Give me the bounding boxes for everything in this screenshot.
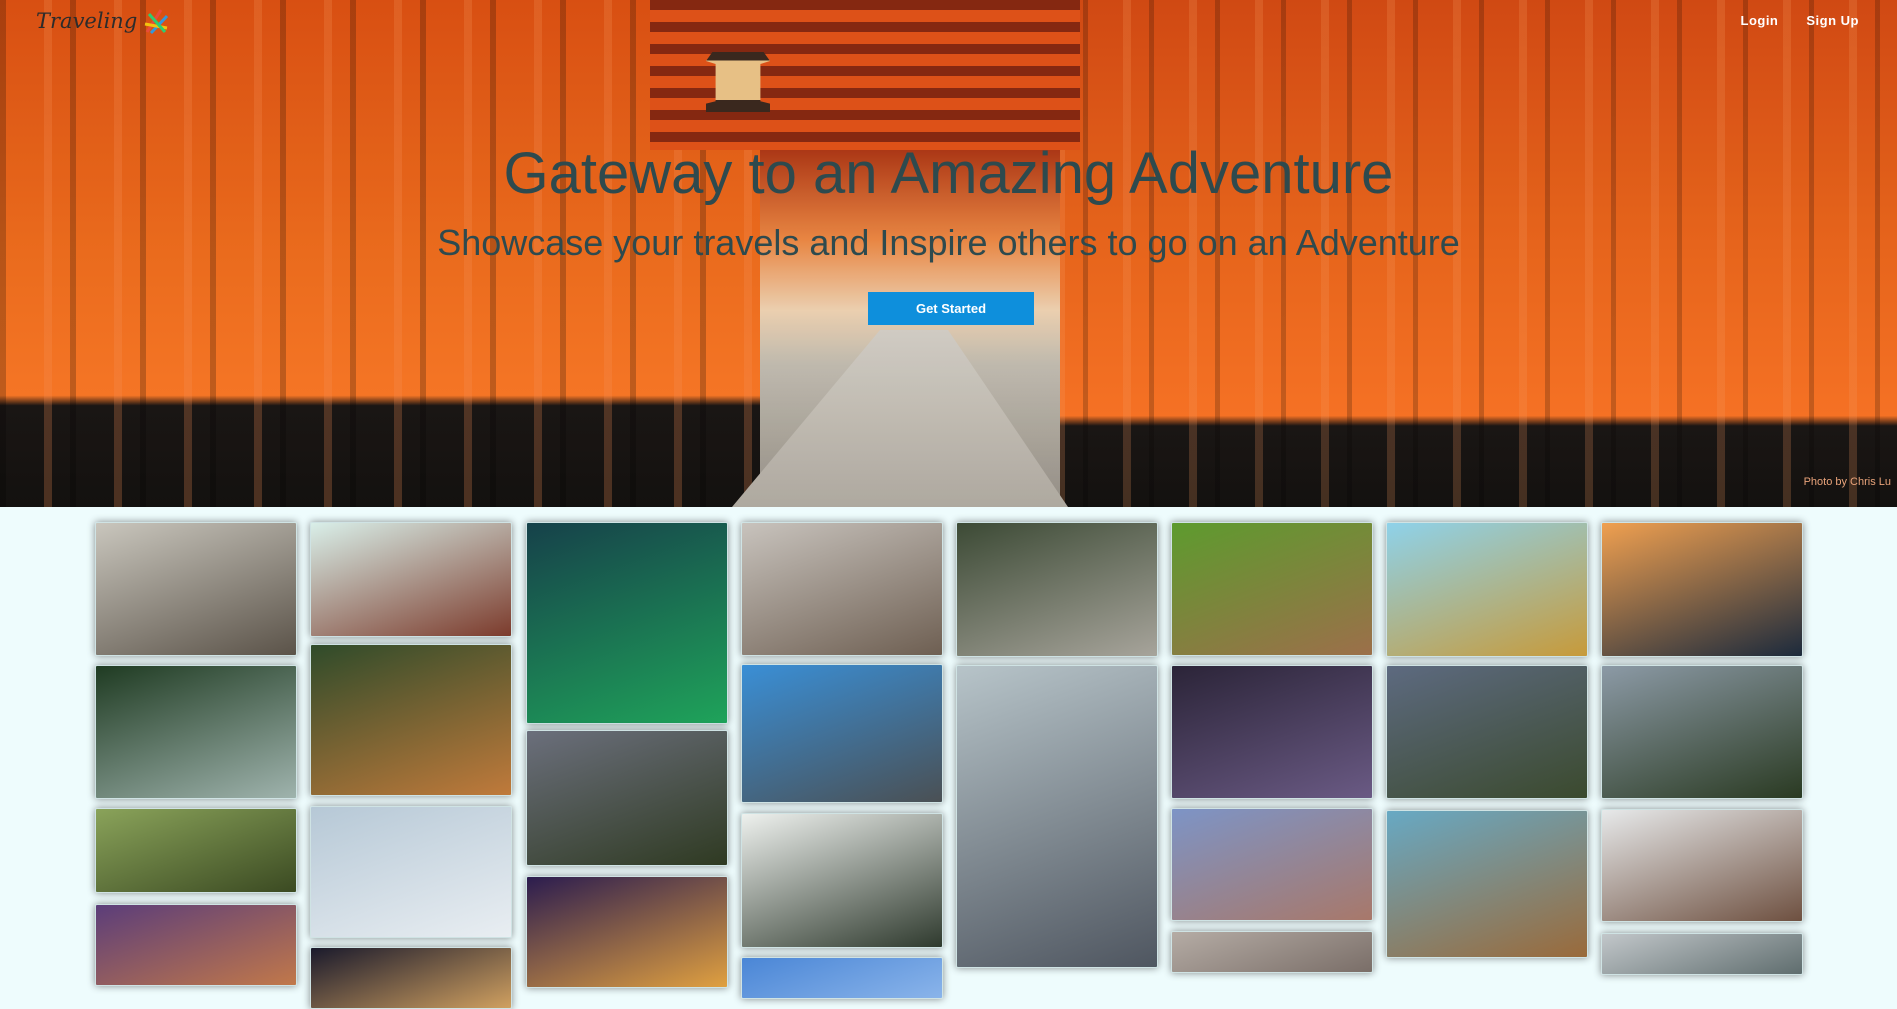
- snowy-field-photo[interactable]: [310, 806, 512, 938]
- brand-logo[interactable]: Traveling: [36, 6, 171, 36]
- forested-mountains-photo[interactable]: [1601, 665, 1803, 799]
- login-link[interactable]: Login: [1741, 13, 1779, 28]
- brand-name: Traveling: [36, 9, 138, 33]
- photo-gallery: [0, 507, 1897, 1009]
- northern-lights-photo[interactable]: [526, 522, 728, 724]
- lake-house-mountains-photo[interactable]: [1171, 808, 1373, 921]
- red-temple-garden-photo[interactable]: [310, 522, 512, 637]
- rooftops-town-photo[interactable]: [1171, 931, 1373, 973]
- top-nav: Login Sign Up: [1741, 13, 1860, 28]
- forest-fantasy-house-photo[interactable]: [95, 808, 297, 893]
- kangaroo-photo[interactable]: [1171, 522, 1373, 656]
- city-bridge-night-photo[interactable]: [1171, 665, 1373, 799]
- coastal-road-photo[interactable]: [741, 664, 943, 803]
- tiger-roaring-photo[interactable]: [310, 644, 512, 796]
- purple-night-city-photo[interactable]: [526, 876, 728, 988]
- hero-banner: Traveling Login Sign Up Gateway to an Am…: [0, 0, 1897, 507]
- get-started-button[interactable]: Get Started: [868, 292, 1034, 325]
- polar-bear-photo[interactable]: [95, 522, 297, 656]
- blue-sky-photo[interactable]: [741, 957, 943, 999]
- colorful-pencils-icon: [144, 9, 169, 35]
- cave-waterfall-sunset-photo[interactable]: [526, 730, 728, 866]
- pineapples-water-photo[interactable]: [1386, 522, 1588, 657]
- sleeping-cat-photo[interactable]: [741, 522, 943, 656]
- jungle-waterfall-photo[interactable]: [95, 665, 297, 799]
- misty-forest-path-photo[interactable]: [741, 813, 943, 948]
- fantasy-village-street-photo[interactable]: [1386, 810, 1588, 958]
- signup-link[interactable]: Sign Up: [1806, 13, 1859, 28]
- hero-subtitle: Showcase your travels and Inspire others…: [437, 222, 1460, 263]
- photo-credit: Photo by Chris Lu: [1803, 476, 1891, 488]
- canal-houses-photo[interactable]: [95, 904, 297, 986]
- deer-in-snow-photo[interactable]: [1601, 809, 1803, 922]
- waterfall-cave-photo[interactable]: [1386, 665, 1588, 799]
- city-skyline-waterfront-photo[interactable]: [1601, 522, 1803, 657]
- night-bridge-arch-photo[interactable]: [310, 947, 512, 1009]
- tokyo-tower-skyline-photo[interactable]: [956, 665, 1158, 968]
- hero-title: Gateway to an Amazing Adventure: [503, 141, 1394, 206]
- shrine-gate-path-photo[interactable]: [956, 522, 1158, 657]
